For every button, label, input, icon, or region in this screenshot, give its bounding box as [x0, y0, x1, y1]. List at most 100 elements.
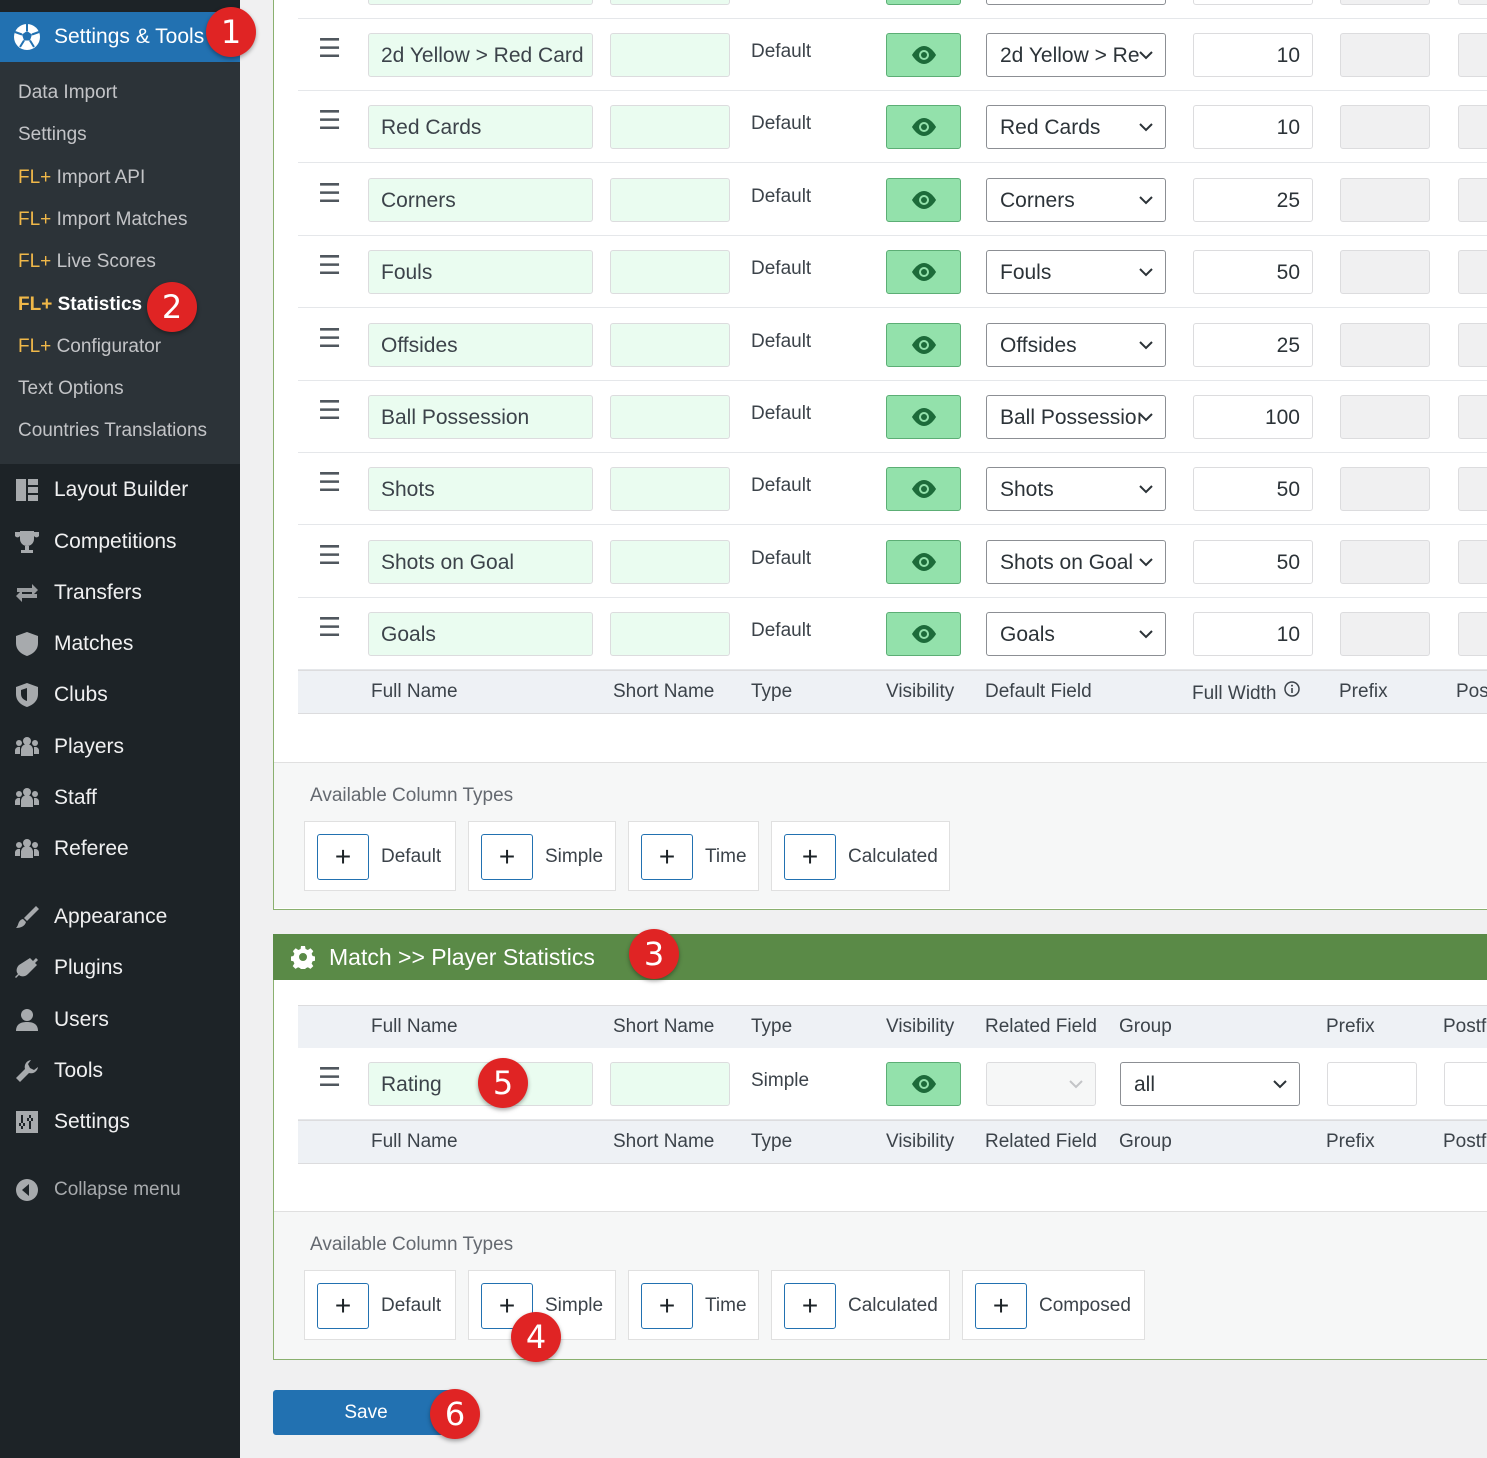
postfix-input[interactable] [1458, 612, 1487, 656]
add-default-button[interactable]: + [317, 834, 369, 880]
default-field-select[interactable] [986, 0, 1166, 5]
default-field-select[interactable]: Offsides [986, 323, 1166, 367]
submenu-statistics[interactable]: FL+ Statistics [18, 292, 142, 318]
prefix-input[interactable] [1340, 105, 1430, 149]
full-width-input[interactable] [1193, 0, 1313, 5]
short-name-input[interactable] [610, 540, 730, 584]
prefix-input[interactable] [1327, 1062, 1417, 1106]
postfix-input[interactable] [1458, 540, 1487, 584]
drag-handle-icon[interactable]: ☰ [318, 395, 341, 426]
drag-handle-icon[interactable]: ☰ [318, 178, 341, 209]
default-field-select[interactable]: Goals [986, 612, 1166, 656]
full-name-input[interactable]: 2d Yellow > Red Card [368, 33, 593, 77]
full-name-input[interactable]: Corners [368, 178, 593, 222]
short-name-input[interactable] [610, 250, 730, 294]
full-width-input[interactable]: 25 [1193, 323, 1313, 367]
full-width-input[interactable]: 50 [1193, 540, 1313, 584]
default-field-select[interactable]: Shots on Goal [986, 540, 1166, 584]
menu-referee[interactable]: Referee [0, 828, 240, 870]
full-width-input[interactable]: 10 [1193, 612, 1313, 656]
full-name-input[interactable]: Shots [368, 467, 593, 511]
drag-handle-icon[interactable]: ☰ [318, 467, 341, 498]
postfix-input[interactable] [1458, 395, 1487, 439]
default-field-select[interactable]: Corners [986, 178, 1166, 222]
menu-layout-builder[interactable]: Layout Builder [0, 469, 240, 511]
submenu-configurator[interactable]: FL+ Configurator [18, 334, 161, 360]
prefix-input[interactable] [1340, 0, 1430, 5]
postfix-input[interactable] [1458, 323, 1487, 367]
drag-handle-icon[interactable]: ☰ [318, 323, 341, 354]
add-default-button[interactable]: + [317, 1283, 369, 1329]
prefix-input[interactable] [1340, 612, 1430, 656]
menu-clubs[interactable]: Clubs [0, 674, 240, 716]
related-field-select[interactable] [986, 1062, 1096, 1106]
add-calculated-button[interactable]: + [784, 834, 836, 880]
short-name-input[interactable] [610, 105, 730, 149]
short-name-input[interactable] [610, 33, 730, 77]
default-field-select[interactable]: 2d Yellow > Re [986, 33, 1166, 77]
player-statistics-header[interactable]: Match >> Player Statistics [273, 934, 1487, 980]
visibility-toggle[interactable] [886, 0, 961, 5]
info-icon[interactable] [1284, 681, 1301, 697]
full-name-input[interactable]: Goals [368, 612, 593, 656]
submenu-countries-translations[interactable]: Countries Translations [18, 418, 207, 444]
full-name-input[interactable]: Ball Possession [368, 395, 593, 439]
menu-settings[interactable]: Settings [0, 1101, 240, 1143]
default-field-select[interactable]: Fouls [986, 250, 1166, 294]
postfix-input[interactable] [1458, 33, 1487, 77]
visibility-toggle[interactable] [886, 250, 961, 294]
menu-matches[interactable]: Matches [0, 623, 240, 665]
prefix-input[interactable] [1340, 467, 1430, 511]
full-name-input[interactable]: Red Cards [368, 105, 593, 149]
add-calculated-button[interactable]: + [784, 1283, 836, 1329]
visibility-toggle[interactable] [886, 540, 961, 584]
menu-tools[interactable]: Tools [0, 1050, 240, 1092]
prefix-input[interactable] [1340, 323, 1430, 367]
submenu-import-api[interactable]: FL+ Import API [18, 165, 145, 191]
add-simple-button[interactable]: + [481, 834, 533, 880]
prefix-input[interactable] [1340, 178, 1430, 222]
short-name-input[interactable] [610, 612, 730, 656]
group-select[interactable]: all [1120, 1062, 1300, 1106]
short-name-input[interactable] [610, 467, 730, 511]
short-name-input[interactable] [610, 323, 730, 367]
visibility-toggle[interactable] [886, 178, 961, 222]
full-width-input[interactable]: 100 [1193, 395, 1313, 439]
short-name-input[interactable] [610, 395, 730, 439]
visibility-toggle[interactable] [886, 395, 961, 439]
menu-appearance[interactable]: Appearance [0, 896, 240, 938]
short-name-input[interactable] [610, 1062, 730, 1106]
submenu-live-scores[interactable]: FL+ Live Scores [18, 249, 156, 275]
menu-transfers[interactable]: Transfers [0, 572, 240, 614]
postfix-input[interactable] [1444, 1062, 1487, 1106]
add-time-button[interactable]: + [641, 1283, 693, 1329]
visibility-toggle[interactable] [886, 1062, 961, 1106]
menu-plugins[interactable]: Plugins [0, 947, 240, 989]
submenu-text-options[interactable]: Text Options [18, 376, 124, 402]
postfix-input[interactable] [1458, 105, 1487, 149]
collapse-menu-button[interactable]: Collapse menu [0, 1169, 240, 1211]
postfix-input[interactable] [1458, 178, 1487, 222]
drag-handle-icon[interactable]: ☰ [318, 540, 341, 571]
submenu-data-import[interactable]: Data Import [18, 80, 117, 106]
visibility-toggle[interactable] [886, 323, 961, 367]
postfix-input[interactable] [1458, 250, 1487, 294]
short-name-input[interactable] [610, 178, 730, 222]
full-name-input[interactable]: Offsides [368, 323, 593, 367]
full-name-input[interactable]: Fouls [368, 250, 593, 294]
default-field-select[interactable]: Ball Possessioı [986, 395, 1166, 439]
prefix-input[interactable] [1340, 395, 1430, 439]
full-width-input[interactable]: 10 [1193, 105, 1313, 149]
prefix-input[interactable] [1340, 33, 1430, 77]
menu-users[interactable]: Users [0, 999, 240, 1041]
menu-competitions[interactable]: Competitions [0, 521, 240, 563]
visibility-toggle[interactable] [886, 612, 961, 656]
menu-players[interactable]: Players [0, 726, 240, 768]
default-field-select[interactable]: Shots [986, 467, 1166, 511]
full-name-input[interactable] [368, 0, 593, 5]
postfix-input[interactable] [1458, 0, 1487, 5]
visibility-toggle[interactable] [886, 467, 961, 511]
full-name-input[interactable]: Shots on Goal [368, 540, 593, 584]
full-width-input[interactable]: 10 [1193, 33, 1313, 77]
visibility-toggle[interactable] [886, 105, 961, 149]
